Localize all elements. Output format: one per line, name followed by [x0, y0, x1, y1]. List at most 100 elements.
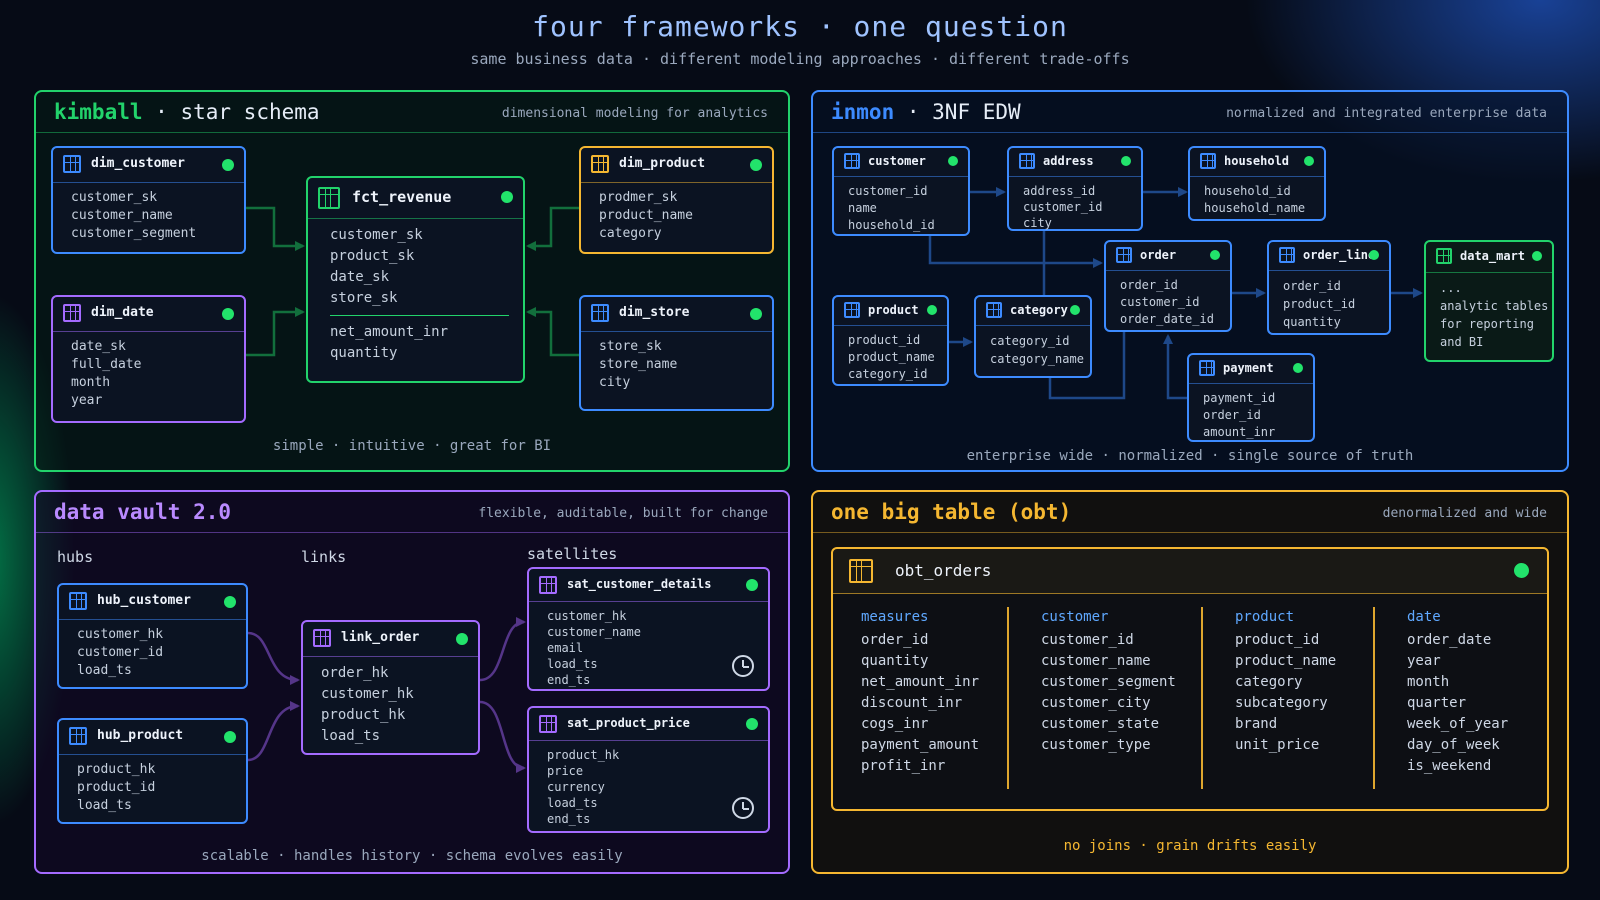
- dim-customer-table[interactable]: dim_customer customer_sk customer_name cus…: [51, 146, 246, 254]
- table-icon: [69, 727, 87, 745]
- link-order-table[interactable]: link_order order_hk customer_hk product_hk…: [301, 620, 480, 755]
- order-table[interactable]: order order_id customer_id order_date_id: [1104, 240, 1232, 332]
- data-mart-table[interactable]: data_mart ... analytic tables for reportin…: [1424, 240, 1554, 362]
- table-icon: [1116, 247, 1132, 263]
- inmon-header: inmon · 3NF EDW normalized and integrate…: [813, 92, 1567, 133]
- field-item: customer_segment: [1041, 674, 1176, 690]
- field-item: household_id: [848, 218, 935, 232]
- field-item: analytic tables: [1440, 299, 1549, 313]
- status-dot: [746, 718, 758, 730]
- hub-customer-table[interactable]: hub_customer customer_hk customer_id load_…: [57, 583, 248, 689]
- field-list: order_id product_id quantity: [1269, 271, 1389, 331]
- field-item: customer_id: [1041, 632, 1134, 648]
- field-list: category_id category_name: [976, 326, 1090, 368]
- key-list: customer_sk product_sk date_sk store_sk: [308, 219, 523, 309]
- vault-footer: scalable · handles history · schema evol…: [201, 848, 623, 864]
- address-table[interactable]: address address_id customer_id city: [1007, 146, 1143, 231]
- field-item: load_ts: [77, 663, 132, 678]
- sat-customer-details-table[interactable]: sat_customer_details customer_hk customer…: [527, 567, 770, 691]
- field-item: product_name: [1235, 653, 1337, 669]
- field-item: price: [547, 764, 584, 778]
- field-list: product_hk product_id load_ts: [59, 755, 246, 815]
- field-item: for reporting: [1440, 317, 1534, 331]
- field-list: product_hk price currency load_ts end_ts: [529, 741, 768, 827]
- obt-orders-table[interactable]: obt_orders measures order_id quantity net_a…: [831, 547, 1549, 811]
- hub-product-table[interactable]: hub_product product_hk product_id load_ts: [57, 718, 248, 824]
- field-item: store_sk: [330, 290, 398, 306]
- status-dot: [224, 596, 236, 608]
- field-item: customer_sk: [71, 190, 158, 205]
- table-icon: [63, 155, 81, 173]
- field-item: household_id: [1204, 184, 1291, 198]
- inmon-tagline: normalized and integrated enterprise dat…: [1226, 106, 1547, 121]
- field-list: customer_hk customer_name email load_ts end_…: [529, 602, 768, 688]
- obt-tagline: denormalized and wide: [1382, 506, 1547, 521]
- field-item: email: [547, 641, 584, 655]
- field-item: subcategory: [1235, 695, 1328, 711]
- status-dot: [927, 305, 937, 315]
- field-item: customer_id: [1023, 200, 1103, 214]
- table-icon: [591, 304, 609, 322]
- status-dot: [501, 191, 513, 203]
- order-line-table[interactable]: order_line order_id product_id quantity: [1267, 240, 1391, 335]
- field-item: order_hk: [321, 665, 389, 681]
- field-list: ... analytic tables for reporting and BI: [1426, 273, 1552, 351]
- field-item: product_hk: [321, 707, 406, 723]
- table-icon: [849, 559, 873, 583]
- dim-product-table[interactable]: dim_product prodmer_sk product_name catego…: [579, 146, 774, 254]
- table-icon: [63, 304, 81, 322]
- field-item: payment_id: [1203, 391, 1276, 405]
- field-item: date_sk: [330, 269, 390, 285]
- field-item: end_ts: [547, 673, 591, 687]
- dim-store-table[interactable]: dim_store store_sk store_name city: [579, 295, 774, 411]
- product-table[interactable]: product product_id product_name category_i…: [832, 295, 949, 386]
- obt-group-customer: customer customer_id customer_name customer…: [1041, 607, 1176, 789]
- table-icon: [313, 629, 331, 647]
- field-item: order_id: [861, 632, 929, 648]
- household-table[interactable]: household household_id household_name: [1188, 146, 1326, 221]
- status-dot: [1369, 250, 1379, 260]
- field-item: category: [599, 226, 662, 241]
- clock-icon: [732, 655, 754, 677]
- dim-date-table[interactable]: dim_date date_sk full_date month year: [51, 295, 246, 423]
- field-item: net_amount_inr: [330, 324, 449, 340]
- page-title: four frameworks · one question: [532, 10, 1068, 43]
- obt-title: one big table (obt): [831, 500, 1072, 524]
- customer-table[interactable]: customer customer_id name household_id: [832, 146, 970, 236]
- field-list: store_sk store_name city: [581, 332, 772, 392]
- field-item: customer_segment: [71, 226, 197, 241]
- status-dot: [224, 731, 236, 743]
- field-item: customer_id: [1120, 295, 1200, 309]
- status-dot: [948, 156, 958, 166]
- table-icon: [844, 153, 860, 169]
- category-table[interactable]: category category_id category_name: [974, 295, 1092, 378]
- status-dot: [750, 159, 762, 171]
- field-item: city: [1023, 216, 1052, 230]
- field-item: product_id: [1235, 632, 1320, 648]
- payment-table[interactable]: payment payment_id order_id amount_inr: [1187, 353, 1315, 442]
- field-list: product_id product_name category_id: [834, 326, 947, 383]
- field-item: year: [71, 393, 103, 408]
- field-item: store_sk: [599, 339, 662, 354]
- vault-header: data vault 2.0 flexible, auditable, buil…: [36, 492, 788, 533]
- field-item: customer_sk: [330, 227, 423, 243]
- field-item: quantity: [330, 345, 398, 361]
- vault-title: data vault 2.0: [54, 500, 232, 524]
- field-item: customer_name: [71, 208, 173, 223]
- clock-icon: [732, 797, 754, 819]
- fct-revenue-table[interactable]: fct_revenue customer_sk product_sk date_sk…: [306, 176, 525, 383]
- field-list: payment_id order_id amount_inr: [1189, 384, 1313, 441]
- vault-tagline: flexible, auditable, built for change: [478, 506, 768, 521]
- field-list: customer_hk customer_id load_ts: [59, 620, 246, 680]
- field-item: profit_inr: [861, 758, 946, 774]
- field-item: full_date: [71, 357, 142, 372]
- sat-product-price-table[interactable]: sat_product_price product_hk price currenc…: [527, 706, 770, 833]
- field-item: customer_name: [1041, 653, 1151, 669]
- field-item: customer_hk: [77, 627, 164, 642]
- field-item: product_hk: [77, 762, 156, 777]
- table-icon: [1279, 247, 1295, 263]
- table-icon: [539, 715, 557, 733]
- field-list: order_id customer_id order_date_id: [1106, 271, 1230, 328]
- field-list: address_id customer_id city: [1009, 177, 1141, 231]
- field-list: household_id household_name: [1190, 177, 1324, 217]
